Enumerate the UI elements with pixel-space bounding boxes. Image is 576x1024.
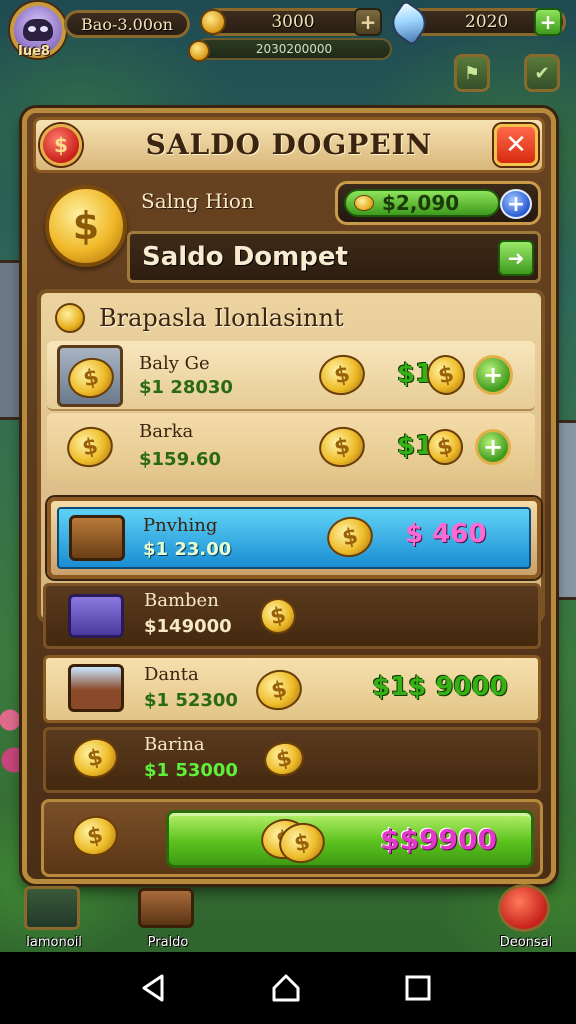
list-item[interactable]: Bamben $149000 $ bbox=[43, 583, 541, 649]
gold-coin-icon: $ bbox=[260, 738, 308, 780]
treasure-chest-icon bbox=[68, 664, 124, 712]
item-cost: $1$ 9000 bbox=[372, 672, 508, 702]
section-heading: Brapasla Ilonlasinnt bbox=[55, 303, 344, 333]
hud-sub-bar: 2030200000 bbox=[196, 38, 392, 60]
hud-add-coins-button[interactable]: + bbox=[354, 8, 382, 36]
map-icon bbox=[24, 886, 80, 930]
game-nav-deals[interactable]: Deonsal bbox=[486, 884, 566, 950]
game-nav-label: Iamonoil bbox=[26, 935, 82, 950]
purchase-button[interactable]: $ $ $$9900 bbox=[166, 810, 534, 868]
home-icon[interactable] bbox=[270, 972, 302, 1004]
balance-label: Salng Hion bbox=[141, 189, 254, 213]
hud-bar-currency-1: Bao-3.00on bbox=[64, 10, 190, 38]
treasure-chest-icon bbox=[138, 888, 194, 928]
back-icon[interactable] bbox=[138, 972, 170, 1004]
coin-stack-thumbnail: $ bbox=[57, 345, 123, 407]
list-item[interactable]: $ Barka $159.60 $ $1 $ + bbox=[47, 413, 535, 481]
item-price: $1 53000 bbox=[144, 760, 238, 781]
panel-title: SALDO DOGPEIN bbox=[145, 128, 433, 161]
top-hud: Iue8 Bao-3.00on 3000 + 2020 + 2030200000… bbox=[0, 0, 576, 100]
gold-coin-icon: $ bbox=[252, 665, 306, 715]
gold-coin-icon: $ bbox=[315, 422, 369, 472]
recent-apps-icon[interactable] bbox=[402, 972, 434, 1004]
hud-quest-button[interactable]: ⚑ bbox=[454, 54, 490, 92]
panel-coin-button[interactable]: $ bbox=[40, 124, 82, 166]
hud-coin-icon bbox=[200, 9, 226, 35]
wallet-open-button[interactable]: ➜ bbox=[498, 240, 534, 276]
coin-icon bbox=[55, 303, 85, 333]
coin-icon bbox=[354, 195, 374, 211]
balance-value: $2,090 bbox=[382, 191, 460, 215]
crystal-icon bbox=[385, 0, 433, 47]
item-price: $1 52300 bbox=[144, 690, 238, 711]
purchase-button-value: $$9900 bbox=[380, 823, 497, 856]
item-name: Bamben bbox=[144, 590, 219, 611]
alien-avatar-icon bbox=[23, 19, 53, 41]
buy-button[interactable]: + bbox=[475, 429, 511, 465]
panel-title-bar: $ SALDO DOGPEIN ✕ bbox=[33, 117, 545, 173]
item-name: Barina bbox=[144, 734, 205, 755]
section-heading-text: Brapasla Ilonlasinnt bbox=[99, 304, 344, 332]
item-name: Danta bbox=[144, 664, 199, 685]
game-nav-map[interactable]: Iamonoil bbox=[14, 884, 94, 950]
gold-coin-icon: $ bbox=[68, 811, 122, 861]
list-item[interactable]: $ Barina $1 53000 $ bbox=[43, 727, 541, 793]
purchase-bar: $ $ $ $$9900 bbox=[41, 799, 543, 877]
gold-coin-icon: $ bbox=[68, 733, 122, 783]
gold-coin-icon: $ bbox=[45, 185, 127, 267]
list-item-selected[interactable]: Pnvhing $1 23.00 $ $ 460 bbox=[47, 497, 541, 579]
gold-coin-icon: $ bbox=[63, 422, 117, 472]
chest-icon bbox=[68, 594, 124, 638]
item-name: Barka bbox=[139, 421, 194, 442]
wallet-panel: $ SALDO DOGPEIN ✕ $ Salng Hion $2,090 + … bbox=[22, 108, 556, 884]
selected-row-inner: Pnvhing $1 23.00 $ $ 460 bbox=[57, 507, 531, 569]
item-price: $1 28030 bbox=[139, 377, 233, 398]
wallet-label: Saldo Dompet bbox=[142, 242, 348, 272]
gold-coin-icon: $ bbox=[323, 512, 377, 562]
game-nav-shop[interactable]: Praldo bbox=[128, 884, 208, 950]
gold-coin-icon: $ bbox=[315, 350, 369, 400]
game-nav-label: Praldo bbox=[147, 935, 189, 950]
list-item[interactable]: $ Baly Ge $1 28030 $ $1 $ + bbox=[47, 341, 535, 411]
item-name: Pnvhing bbox=[143, 515, 218, 536]
item-price: $1 23.00 bbox=[143, 539, 232, 560]
gold-coin-icon: $ bbox=[256, 594, 300, 638]
hud-check-button[interactable]: ✔ bbox=[524, 54, 560, 92]
treasure-chest-icon bbox=[69, 515, 125, 561]
deals-icon bbox=[498, 884, 550, 932]
buy-button[interactable]: + bbox=[473, 355, 513, 395]
hud-sub-coin-icon bbox=[188, 40, 210, 62]
hud-add-gems-button[interactable]: + bbox=[534, 8, 562, 36]
player-name: Iue8 bbox=[18, 44, 50, 59]
item-cost: $ 460 bbox=[405, 519, 487, 549]
item-price: $159.60 bbox=[139, 449, 221, 470]
balance-display: $2,090 + bbox=[335, 181, 541, 225]
system-navigation-bar bbox=[0, 952, 576, 1024]
gold-coin-icon: $ bbox=[64, 353, 118, 403]
close-button[interactable]: ✕ bbox=[494, 124, 538, 166]
item-price: $149000 bbox=[144, 616, 232, 637]
list-item[interactable]: Danta $1 52300 $ $1$ 9000 bbox=[43, 655, 541, 723]
wallet-row[interactable]: Saldo Dompet ➜ bbox=[127, 231, 541, 283]
item-name: Baly Ge bbox=[139, 353, 210, 374]
add-balance-button[interactable]: + bbox=[500, 189, 532, 219]
game-nav-label: Deonsal bbox=[499, 935, 553, 950]
balance-value-field: $2,090 bbox=[344, 189, 500, 217]
